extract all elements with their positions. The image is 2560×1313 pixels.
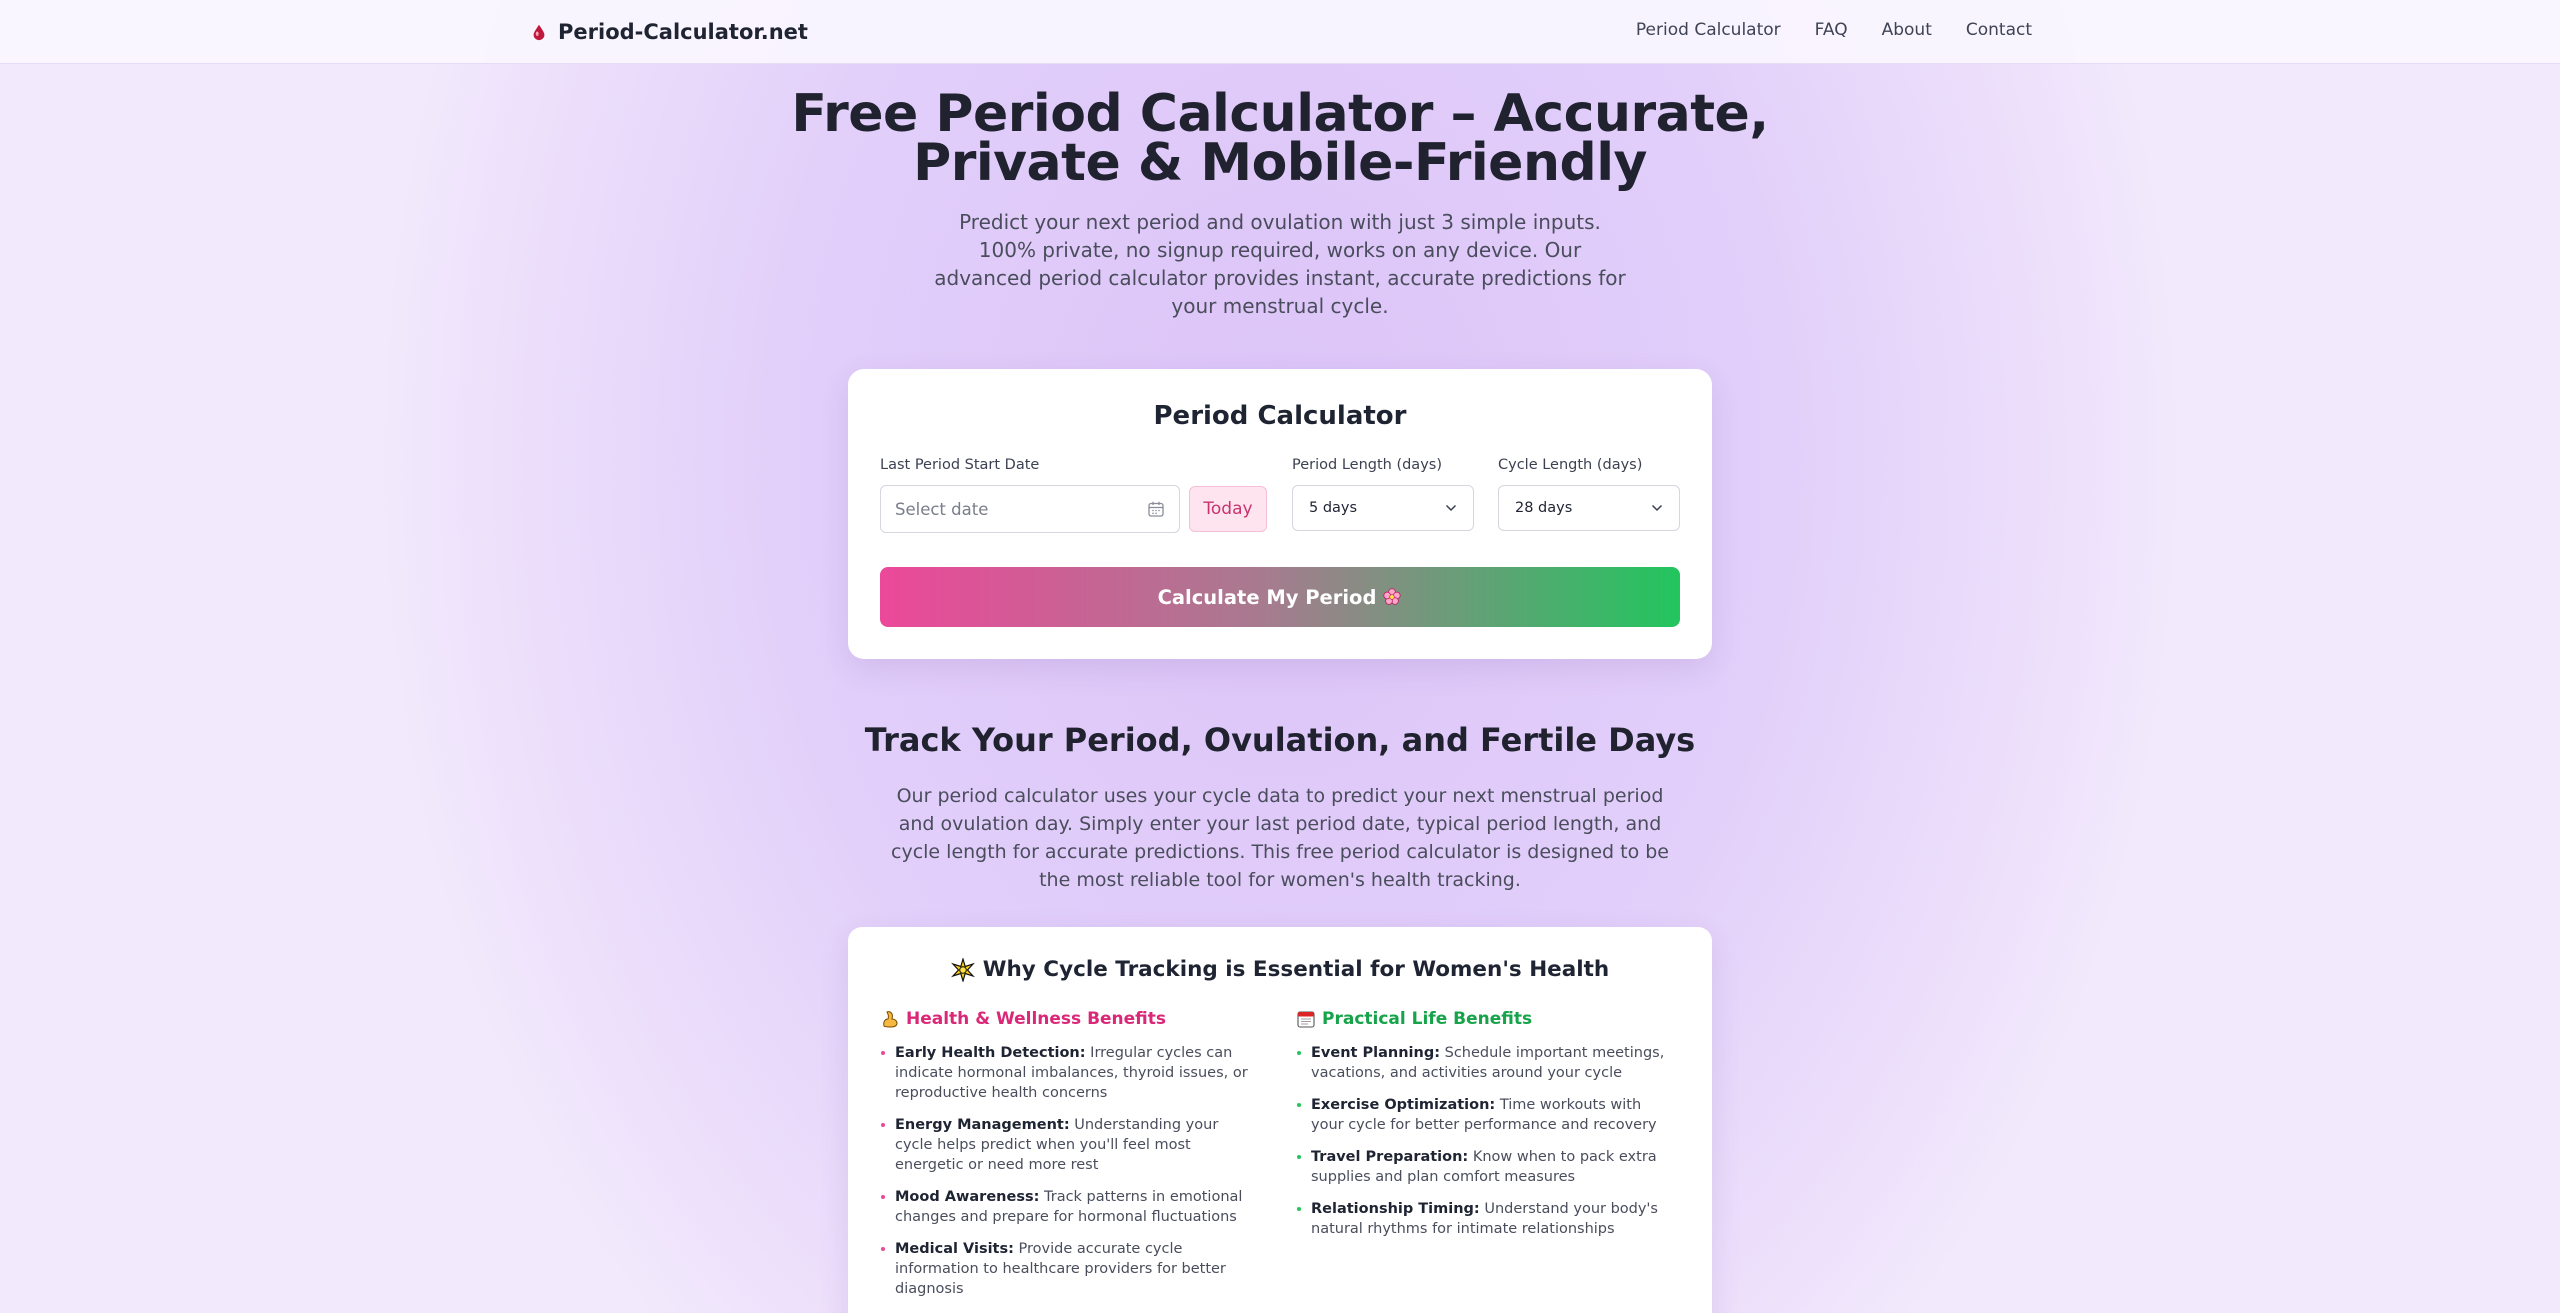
cycle-length-label: Cycle Length (days) (1498, 457, 1643, 473)
flexed-arm-icon (883, 1011, 898, 1028)
hero-subtitle: Predict your next period and ovulation w… (934, 210, 1626, 318)
period-length-select[interactable]: 5 days (1292, 485, 1474, 531)
list-item: Mood Awareness: Track patterns in emotio… (880, 1187, 1260, 1227)
list-item-term: Exercise Optimization: (1311, 1097, 1496, 1113)
calculate-button-label: Calculate My Period (1157, 585, 1377, 609)
tracking-section-text: Our period calculator uses your cycle da… (891, 785, 1669, 891)
blood-drop-icon (533, 24, 545, 41)
nav-contact[interactable]: Contact (1966, 20, 2032, 40)
list-item-term: Medical Visits: (895, 1241, 1014, 1257)
nav-about[interactable]: About (1882, 20, 1932, 40)
health-benefits-heading-text: Health & Wellness Benefits (906, 1009, 1167, 1029)
practical-benefits-list: Event Planning: Schedule important meeti… (1296, 1043, 1676, 1239)
list-item-term: Mood Awareness: (895, 1189, 1040, 1205)
list-item: Energy Management: Understanding your cy… (880, 1115, 1260, 1175)
why-tracking-title-text: Why Cycle Tracking is Essential for Wome… (982, 957, 1610, 982)
why-tracking-card: Why Cycle Tracking is Essential for Wome… (848, 927, 1712, 1313)
brand-name: Period-Calculator.net (558, 20, 808, 44)
list-item: Relationship Timing: Understand your bod… (1296, 1199, 1676, 1239)
period-length-value: 5 days (1309, 500, 1358, 516)
last-period-date-field[interactable] (880, 485, 1180, 533)
main-nav: Period Calculator FAQ About Contact (1636, 20, 2032, 40)
chevron-down-icon (1651, 504, 1663, 512)
hero-title: Free Period Calculator – Accurate, Priva… (780, 88, 1780, 189)
practical-benefits-column: Practical Life Benefits Event Planning: … (1296, 1009, 1676, 1251)
calculate-button[interactable]: Calculate My Period (880, 567, 1680, 627)
cycle-length-value: 28 days (1515, 500, 1573, 516)
calculator-title: Period Calculator (1153, 401, 1407, 431)
list-item: Exercise Optimization: Time workouts wit… (1296, 1095, 1676, 1135)
tracking-section-title: Track Your Period, Ovulation, and Fertil… (864, 721, 1696, 759)
calendar-icon[interactable] (1147, 500, 1165, 518)
list-item-term: Event Planning: (1311, 1045, 1440, 1061)
nav-period-calculator[interactable]: Period Calculator (1636, 20, 1781, 40)
flower-icon (1383, 588, 1402, 605)
list-item: Event Planning: Schedule important meeti… (1296, 1043, 1676, 1083)
list-item-term: Relationship Timing: (1311, 1201, 1480, 1217)
last-period-date-input[interactable] (895, 499, 1147, 519)
calendar-icon (1297, 1011, 1315, 1028)
practical-benefits-heading: Practical Life Benefits (1296, 1009, 1676, 1029)
health-benefits-list: Early Health Detection: Irregular cycles… (880, 1043, 1260, 1299)
period-length-label: Period Length (days) (1292, 457, 1442, 473)
hero-title-line2: Private & Mobile-Friendly (913, 133, 1647, 193)
list-item-term: Energy Management: (895, 1117, 1070, 1133)
sparkle-icon (950, 957, 975, 982)
practical-benefits-heading-text: Practical Life Benefits (1322, 1009, 1533, 1029)
health-benefits-column: Health & Wellness Benefits Early Health … (880, 1009, 1260, 1311)
chevron-down-icon (1445, 504, 1457, 512)
nav-faq[interactable]: FAQ (1815, 20, 1848, 40)
cycle-length-select[interactable]: 28 days (1498, 485, 1680, 531)
list-item: Travel Preparation: Know when to pack ex… (1296, 1147, 1676, 1187)
last-period-label: Last Period Start Date (880, 457, 1040, 473)
health-benefits-heading: Health & Wellness Benefits (880, 1009, 1260, 1029)
brand-link[interactable]: Period-Calculator.net (530, 17, 808, 47)
list-item: Early Health Detection: Irregular cycles… (880, 1043, 1260, 1103)
site-header: Period-Calculator.net Period Calculator … (0, 0, 2560, 64)
list-item-term: Early Health Detection: (895, 1045, 1086, 1061)
list-item: Medical Visits: Provide accurate cycle i… (880, 1239, 1260, 1299)
today-button[interactable]: Today (1189, 486, 1267, 532)
why-tracking-title: Why Cycle Tracking is Essential for Wome… (848, 957, 1712, 982)
list-item-term: Travel Preparation: (1311, 1149, 1469, 1165)
calculator-card: Period Calculator Last Period Start Date… (848, 369, 1712, 659)
